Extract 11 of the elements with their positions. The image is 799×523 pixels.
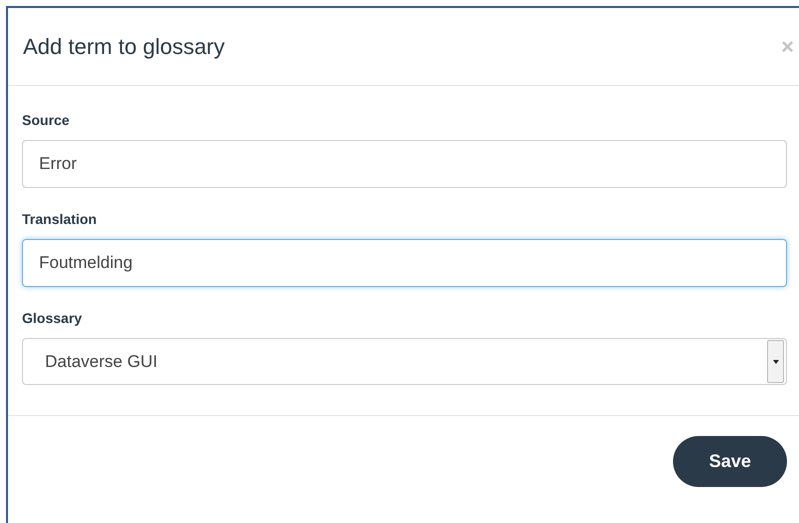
dropdown-button[interactable]: [767, 340, 784, 383]
field-label: Translation: [22, 210, 98, 229]
field-label: Glossary: [22, 309, 83, 328]
dialog-title: Add term to glossary: [23, 33, 225, 61]
select-value: Dataverse GUI: [44, 350, 158, 373]
field-label: Source: [22, 111, 70, 130]
save-button[interactable]: Save: [673, 436, 787, 487]
input-field[interactable]: Foutmelding: [22, 239, 787, 287]
input-field[interactable]: Error: [22, 140, 787, 188]
glossary-select[interactable]: Dataverse GUI: [22, 338, 787, 385]
caret-icon: [772, 360, 778, 364]
